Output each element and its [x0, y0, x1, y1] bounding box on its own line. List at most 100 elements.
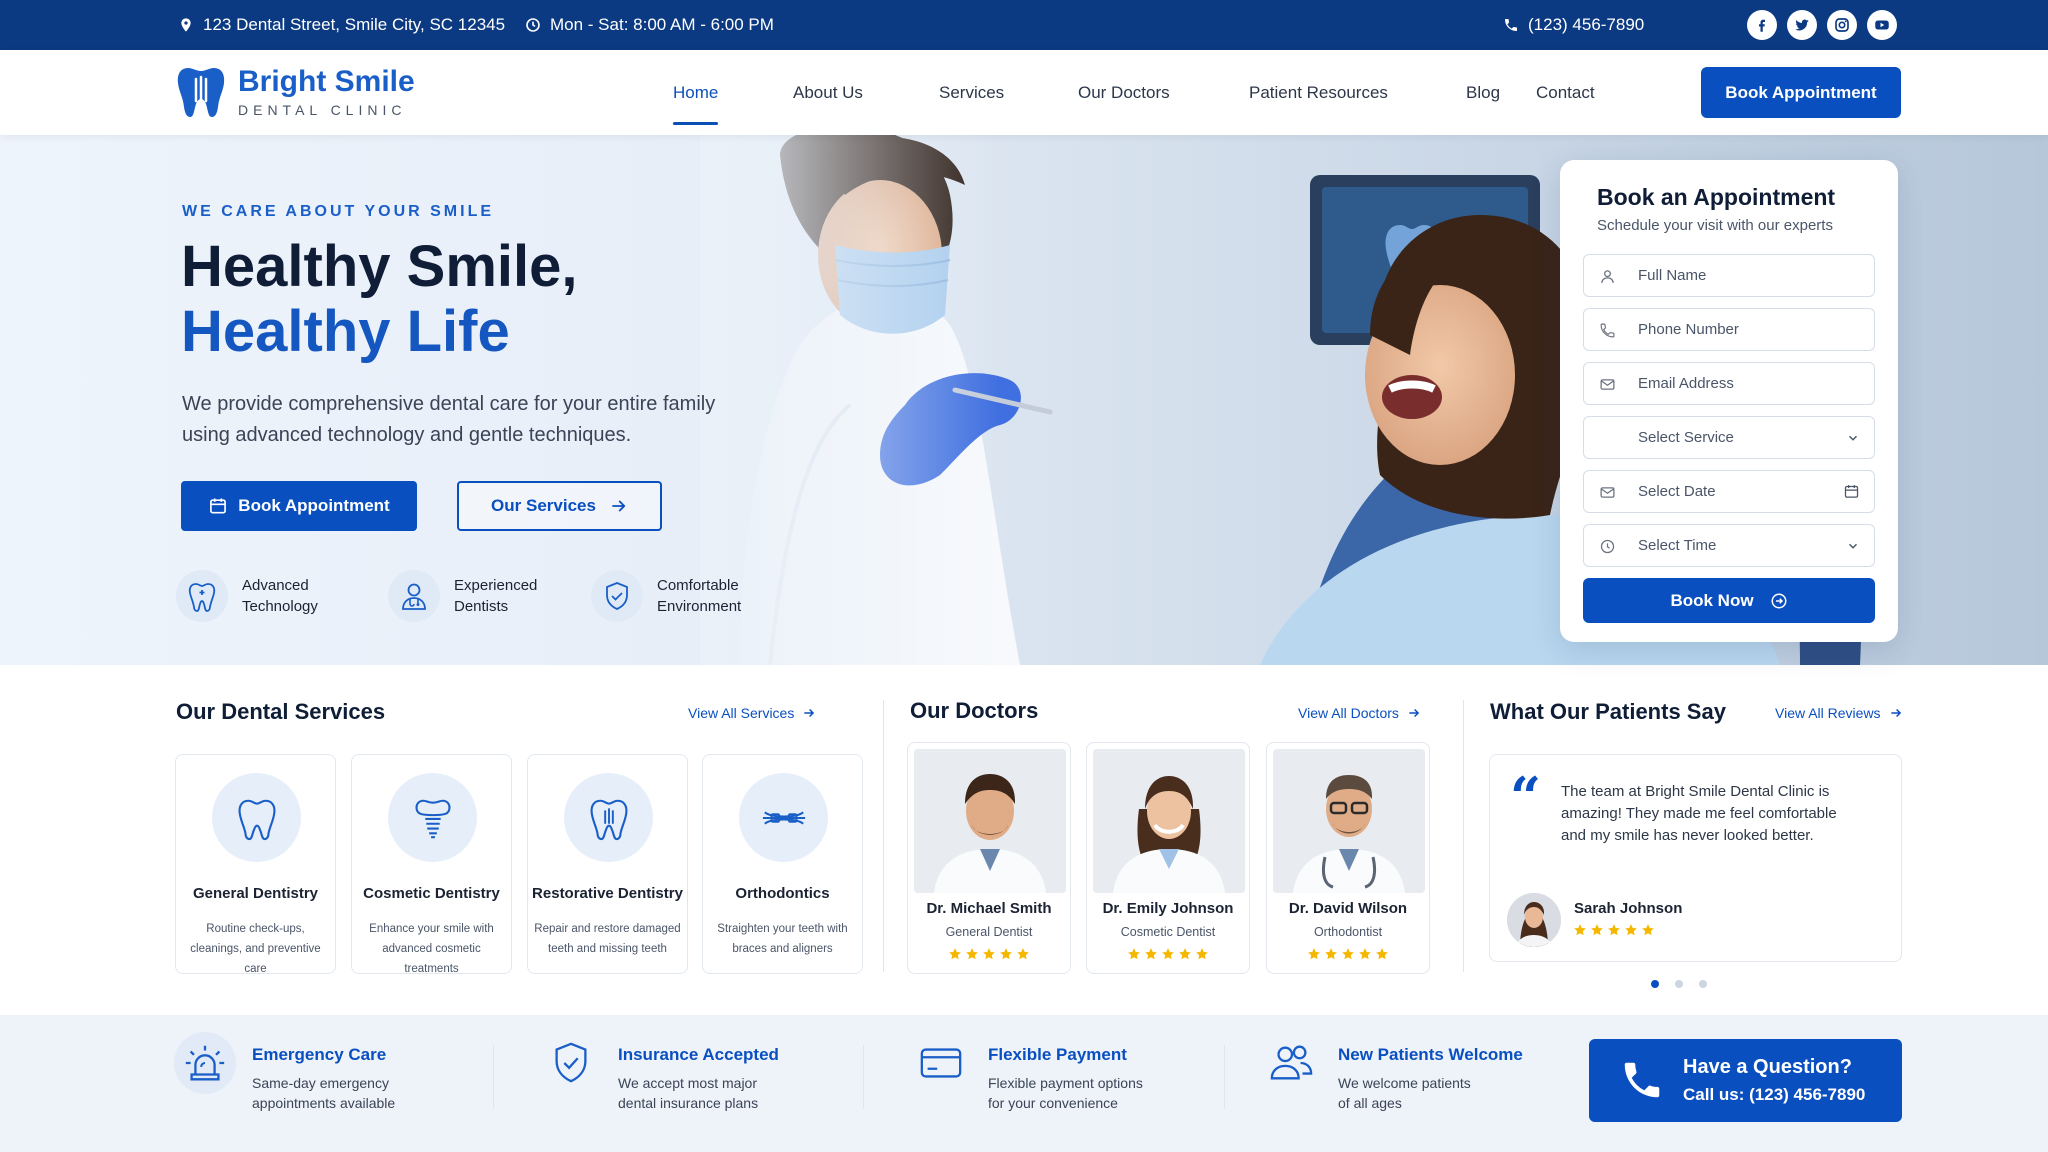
appointment-form: Book an Appointment Schedule your visit … [1560, 160, 1898, 642]
service-name: Restorative Dentistry [532, 885, 683, 902]
doctor-specialty: General Dentist [945, 925, 1033, 939]
doctor-rating [908, 947, 1070, 961]
doctor-card[interactable]: Dr. David Wilson Orthodontist [1266, 742, 1430, 974]
email-address-placeholder: Email Address [1638, 375, 1734, 392]
doctor-card[interactable]: Dr. Emily Johnson Cosmetic Dentist [1086, 742, 1250, 974]
location-pin-icon [181, 18, 191, 32]
doctor-name: Dr. David Wilson [1288, 900, 1408, 917]
hours-text: Mon - Sat: 8:00 AM - 6:00 PM [550, 15, 774, 34]
select-service-dropdown[interactable]: Select Service [1583, 416, 1875, 459]
star-icon [1000, 948, 1012, 960]
service-name: Orthodontics [735, 885, 830, 902]
view-all-services-link[interactable]: View All Services [688, 705, 816, 721]
service-card-general-dentistry[interactable]: General Dentistry Routine check-ups, cle… [175, 754, 336, 975]
full-name-field[interactable]: Full Name [1583, 254, 1875, 297]
testimonial-card: “ The team at Bright Smile Dental Clinic… [1489, 754, 1902, 962]
service-card-orthodontics[interactable]: Orthodontics Straighten your teeth with … [702, 754, 863, 974]
carousel-dot[interactable] [1675, 980, 1683, 988]
doctor-card[interactable]: Dr. Michael Smith General Dentist [907, 742, 1071, 974]
nav-about-us[interactable]: About Us [793, 50, 863, 135]
calendar-icon [210, 498, 227, 514]
star-icon [1625, 924, 1637, 936]
quote-icon: “ [1510, 765, 1542, 829]
credit-card-icon [910, 1032, 972, 1094]
clock-icon [526, 18, 540, 32]
nav-patient-resources[interactable]: Patient Resources [1249, 50, 1388, 135]
dentist-icon [388, 570, 440, 622]
select-date-field[interactable]: Select Date [1583, 470, 1875, 513]
doctor-rating [1267, 947, 1429, 961]
doctors-section-title: Our Doctors [910, 698, 1039, 723]
question-phone: Call us: (123) 456-7890 [1683, 1085, 1866, 1104]
nav-contact[interactable]: Contact [1536, 50, 1595, 135]
star-icon [1128, 948, 1140, 960]
mail-icon [1600, 379, 1615, 390]
service-description: Enhance your smile with advanced cosmeti… [369, 923, 494, 975]
clock-icon [1600, 539, 1615, 554]
feature-label: Advanced Technology [242, 577, 318, 615]
star-icon [1179, 948, 1191, 960]
highlight-new-patients: New Patients Welcome We welcome patients… [1260, 1032, 1523, 1113]
phone-icon [1600, 323, 1615, 338]
email-address-field[interactable]: Email Address [1583, 362, 1875, 405]
feature-advanced-technology: Advanced Technology [176, 570, 352, 622]
service-description: Routine check-ups, cleanings, and preven… [190, 923, 321, 975]
question-title: Have a Question? [1683, 1056, 1852, 1078]
star-icon [1342, 948, 1354, 960]
highlight-title: Emergency Care [252, 1045, 387, 1064]
address-text: 123 Dental Street, Smile City, SC 12345 [203, 15, 506, 34]
braces-icon [739, 773, 828, 862]
view-all-reviews-link[interactable]: View All Reviews [1775, 705, 1903, 721]
phone-info[interactable]: (123) 456-7890 [1503, 0, 1644, 50]
select-service-value: Select Service [1638, 429, 1734, 446]
hero-book-appointment-button[interactable]: Book Appointment [181, 481, 417, 531]
doctor-name: Dr. Emily Johnson [1102, 900, 1234, 917]
twitter-icon[interactable] [1787, 10, 1817, 40]
hero-our-services-button[interactable]: Our Services [457, 481, 662, 531]
star-icon [983, 948, 995, 960]
arrow-right-icon [1409, 708, 1420, 718]
carousel-dot[interactable] [1699, 980, 1707, 988]
brand-logo[interactable]: Bright Smile DENTAL CLINIC [176, 65, 415, 119]
testimonial-author: Sarah Johnson [1574, 900, 1683, 917]
doctor-specialty: Cosmetic Dentist [1120, 925, 1216, 939]
service-card-cosmetic-dentistry[interactable]: Cosmetic Dentistry Enhance your smile wi… [351, 754, 512, 975]
tooth-sparkle-icon [176, 570, 228, 622]
select-time-dropdown[interactable]: Select Time [1583, 524, 1875, 567]
view-all-doctors-link[interactable]: View All Doctors [1298, 705, 1421, 721]
highlight-line: We welcome patients [1338, 1075, 1471, 1091]
service-card-restorative-dentistry[interactable]: Restorative Dentistry Repair and restore… [527, 754, 688, 974]
testimonials-section-title: What Our Patients Say [1490, 699, 1726, 724]
nav-book-appointment-button[interactable]: Book Appointment [1701, 67, 1901, 118]
book-now-button[interactable]: Book Now [1583, 578, 1875, 623]
star-icon [1308, 948, 1320, 960]
carousel-dot[interactable] [1651, 980, 1659, 988]
phone-icon [1624, 1062, 1660, 1098]
nav-home[interactable]: Home [673, 50, 719, 135]
siren-icon [174, 1032, 236, 1094]
nav-services[interactable]: Services [939, 50, 1004, 135]
highlight-line: We accept most major [618, 1075, 758, 1091]
star-icon [1642, 924, 1654, 936]
facebook-icon[interactable] [1747, 10, 1777, 40]
phone-number-field[interactable]: Phone Number [1583, 308, 1875, 351]
star-icon [1162, 948, 1174, 960]
arrow-right-icon [612, 500, 626, 512]
doctor-photo [914, 749, 1066, 893]
service-name: General Dentistry [192, 885, 319, 902]
star-icon [1608, 924, 1620, 936]
nav-blog[interactable]: Blog [1466, 50, 1500, 135]
call-us-banner[interactable]: Have a Question? Call us: (123) 456-7890 [1589, 1039, 1902, 1122]
nav-our-doctors[interactable]: Our Doctors [1078, 50, 1170, 135]
service-description: Straighten your teeth with braces and al… [717, 923, 848, 955]
star-icon [966, 948, 978, 960]
youtube-icon[interactable] [1867, 10, 1897, 40]
restored-tooth-icon [564, 773, 653, 862]
top-info-bar: 123 Dental Street, Smile City, SC 12345 … [0, 0, 2048, 50]
star-icon [1591, 924, 1603, 936]
doctor-photo [1273, 749, 1425, 893]
view-all-doctors-label: View All Doctors [1298, 705, 1399, 721]
instagram-icon[interactable] [1827, 10, 1857, 40]
implant-icon [388, 773, 477, 862]
brand-tagline: DENTAL CLINIC [238, 102, 407, 118]
